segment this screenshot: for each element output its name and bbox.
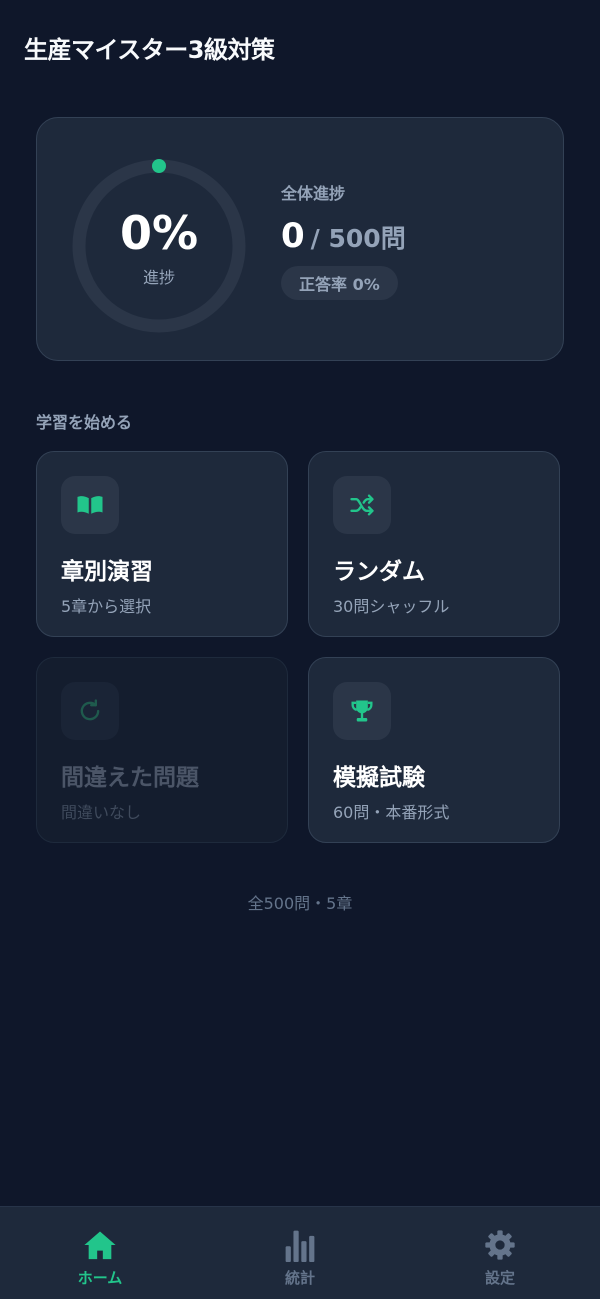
overall-progress-count: 0/ 500問 bbox=[281, 216, 406, 256]
chapter-practice-card[interactable]: 章別演習 5章から選択 bbox=[36, 451, 288, 637]
app-title: 生産マイスター3級対策 bbox=[24, 36, 275, 64]
shuffle-icon bbox=[333, 476, 391, 534]
overall-progress-label: 全体進捗 bbox=[281, 184, 346, 203]
mode-subtitle: 間違いなし bbox=[61, 803, 142, 822]
question-summary: 全500問・5章 bbox=[247, 894, 353, 913]
accuracy-badge: 正答率 0% bbox=[281, 266, 398, 300]
total-count: / 500問 bbox=[310, 224, 406, 253]
nav-item-stats[interactable]: 統計 bbox=[200, 1207, 400, 1299]
nav-label: 統計 bbox=[284, 1269, 315, 1287]
home-icon bbox=[82, 1227, 118, 1263]
bottom-nav: ホーム 統計 設定 bbox=[0, 1206, 600, 1299]
mode-subtitle: 30問シャッフル bbox=[333, 597, 450, 616]
nav-item-settings[interactable]: 設定 bbox=[400, 1207, 600, 1299]
nav-label: ホーム bbox=[77, 1269, 123, 1287]
progress-ring-indicator bbox=[152, 159, 166, 173]
refresh-icon bbox=[61, 682, 119, 740]
mode-subtitle: 5章から選択 bbox=[61, 597, 152, 616]
nav-item-home[interactable]: ホーム bbox=[0, 1207, 200, 1299]
bar-chart-icon bbox=[282, 1227, 318, 1263]
answered-count: 0 bbox=[281, 216, 305, 256]
mock-exam-card[interactable]: 模擬試験 60問・本番形式 bbox=[308, 657, 560, 843]
nav-label: 設定 bbox=[484, 1269, 515, 1287]
book-open-icon bbox=[61, 476, 119, 534]
mode-title: 模擬試験 bbox=[333, 765, 425, 791]
app-screen: 生産マイスター3級対策 0% 進捗 全体進捗 0/ 500問 正答率 0% 学習… bbox=[0, 0, 600, 1299]
mode-title: 間違えた問題 bbox=[61, 765, 199, 791]
mode-title: ランダム bbox=[333, 559, 425, 585]
mode-subtitle: 60問・本番形式 bbox=[333, 803, 450, 822]
gear-icon bbox=[482, 1227, 518, 1263]
progress-card: 0% 進捗 全体進捗 0/ 500問 正答率 0% bbox=[36, 117, 564, 361]
progress-caption: 進捗 bbox=[142, 268, 175, 287]
progress-percent: 0% bbox=[119, 206, 199, 260]
progress-ring: 0% 進捗 bbox=[71, 158, 247, 334]
mode-title: 章別演習 bbox=[61, 559, 153, 585]
trophy-icon bbox=[333, 682, 391, 740]
random-practice-card[interactable]: ランダム 30問シャッフル bbox=[308, 451, 560, 637]
section-heading: 学習を始める bbox=[36, 413, 133, 432]
mistakes-review-card: 間違えた問題 間違いなし bbox=[36, 657, 288, 843]
